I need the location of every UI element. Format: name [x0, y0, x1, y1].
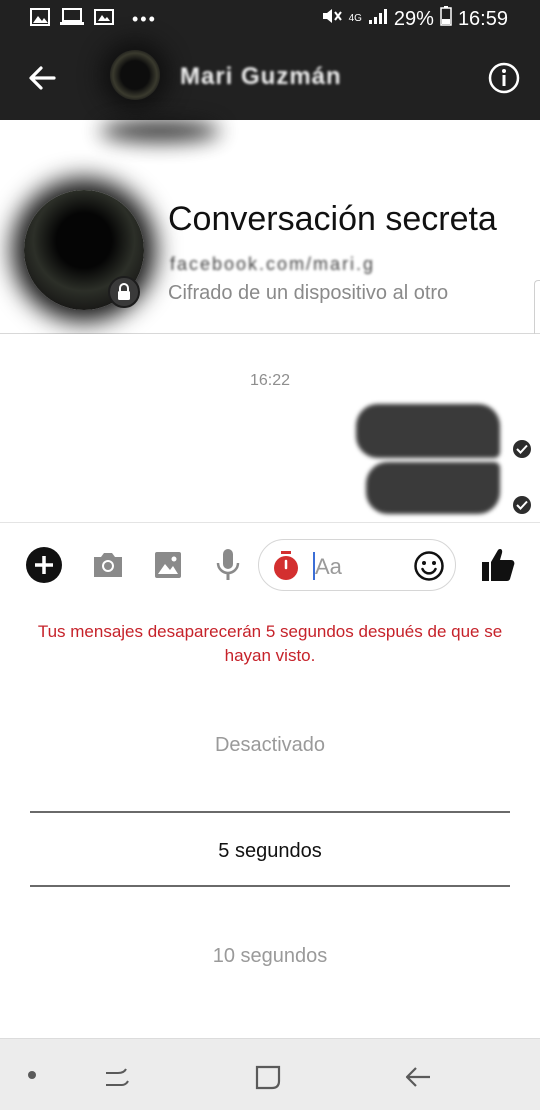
info-icon [488, 62, 520, 94]
info-button[interactable] [488, 62, 520, 94]
home-button[interactable] [252, 1061, 284, 1093]
emoji-button[interactable] [413, 550, 445, 582]
back-arrow-icon [29, 66, 56, 90]
back-nav-icon [405, 1067, 430, 1087]
delivered-check-icon [513, 440, 531, 458]
delivered-check-icon [513, 496, 531, 514]
add-button[interactable] [24, 545, 64, 585]
disappearing-timer-button[interactable] [271, 550, 301, 582]
messenger-secret-conversation-screen: ••• 4G 29% 16:59 Mari Guzmán Conversació… [0, 0, 540, 1110]
message-bubble[interactable] [366, 462, 500, 514]
message-input-pill[interactable]: Aa [258, 539, 456, 591]
status-right-icons: 4G 29% 16:59 [321, 6, 508, 32]
timer-option-5s[interactable]: 5 segundos [0, 840, 540, 863]
image-icon [155, 552, 181, 578]
picker-selection-line-top [30, 811, 510, 813]
battery-icon [440, 6, 452, 32]
contact-handle: facebook.com/mari.g [170, 254, 376, 274]
add-icon [26, 547, 62, 583]
timer-option-10s[interactable]: 10 segundos [0, 945, 540, 968]
back-nav-button[interactable] [402, 1061, 434, 1093]
contact-avatar[interactable] [110, 50, 160, 100]
more-notifications-icon: ••• [132, 9, 157, 29]
lock-icon [118, 283, 130, 300]
emoji-icon [414, 551, 444, 581]
nav-indicator-dot [28, 1071, 36, 1079]
status-left-icons: ••• [30, 8, 157, 31]
thumbs-up-icon [482, 549, 515, 581]
laptop-notification-icon [60, 8, 84, 31]
conversation-title: Conversación secreta [168, 200, 497, 238]
conversation-header: Conversación secreta facebook.com/mari.g… [0, 120, 540, 400]
camera-button[interactable] [88, 545, 128, 585]
encryption-subtitle: Cifrado de un dispositivo al otro [168, 282, 449, 304]
gallery-notification-icon [30, 8, 50, 31]
like-button[interactable] [478, 545, 518, 585]
camera-icon [94, 553, 122, 577]
back-button[interactable] [22, 58, 62, 98]
recents-icon [106, 1068, 129, 1086]
battery-percent: 29% [393, 7, 434, 30]
message-input[interactable]: Aa [315, 554, 342, 580]
message-timestamp: 16:22 [249, 372, 291, 389]
app-bar: Mari Guzmán [0, 36, 540, 120]
voice-button[interactable] [208, 545, 248, 585]
clock: 16:59 [457, 7, 508, 30]
gallery-button[interactable] [148, 545, 188, 585]
timer-icon [274, 551, 298, 580]
timer-option-off[interactable]: Desactivado [0, 734, 540, 757]
avatar-shadow [100, 120, 220, 142]
message-bubble[interactable] [356, 404, 500, 458]
video-notification-icon [94, 9, 114, 30]
signal-icon [368, 7, 388, 31]
mic-icon [216, 549, 240, 580]
message-composer: Aa [0, 522, 540, 608]
message-list[interactable]: 16:22 [0, 334, 540, 522]
mute-icon [321, 6, 343, 32]
picker-selection-line-bottom [30, 885, 510, 887]
disappearing-notice: Tus mensajes desaparecerán 5 segundos de… [37, 622, 503, 665]
contact-name[interactable]: Mari Guzmán [180, 63, 342, 91]
lock-badge [108, 276, 140, 308]
status-bar: ••• 4G 29% 16:59 [0, 0, 540, 36]
recents-button[interactable] [100, 1061, 132, 1093]
network-type: 4G [348, 13, 362, 24]
home-icon [255, 1065, 281, 1090]
system-navigation-bar [0, 1038, 540, 1110]
